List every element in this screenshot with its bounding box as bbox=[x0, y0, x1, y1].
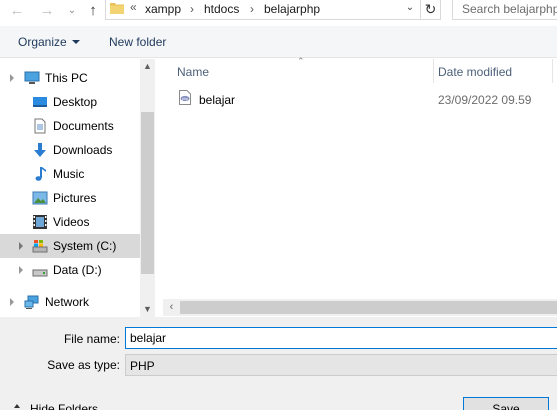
breadcrumb-separator-icon[interactable]: › bbox=[190, 2, 194, 16]
scroll-thumb[interactable] bbox=[180, 301, 557, 314]
breadcrumb-htdocs[interactable]: htdocs bbox=[204, 2, 239, 16]
nav-item-music[interactable]: Music bbox=[0, 162, 140, 186]
nav-item-label: System (C:) bbox=[53, 239, 117, 253]
address-bar[interactable]: « xampp › htdocs › belajarphp ⌄ bbox=[105, 0, 441, 20]
breadcrumb-separator-icon[interactable]: › bbox=[250, 2, 254, 16]
navigation-pane: This PC Desktop Documents Downloads Musi… bbox=[0, 59, 155, 317]
organize-button[interactable]: Organize bbox=[18, 35, 80, 49]
recent-locations-dropdown-icon[interactable]: ⌄ bbox=[63, 1, 81, 19]
column-divider[interactable] bbox=[552, 59, 553, 83]
hide-folders-label: Hide Folders bbox=[30, 402, 99, 410]
expand-arrow-icon[interactable] bbox=[10, 298, 14, 306]
scroll-thumb[interactable] bbox=[141, 112, 154, 274]
save-button[interactable]: Save bbox=[463, 397, 549, 410]
nav-item-pictures[interactable]: Pictures bbox=[0, 186, 140, 210]
command-toolbar: Organize New folder bbox=[0, 26, 557, 58]
back-arrow-icon[interactable]: ← bbox=[8, 1, 26, 19]
nav-item-label: Documents bbox=[53, 119, 114, 133]
column-header-date-modified[interactable]: Date modified bbox=[424, 59, 544, 83]
nav-item-this-pc[interactable]: This PC bbox=[0, 66, 140, 90]
column-header-date-label: Date modified bbox=[438, 65, 513, 79]
nav-item-label: Videos bbox=[53, 215, 90, 229]
address-row: ← → ⌄ ↑ « xampp › htdocs › belajarphp ⌄ … bbox=[0, 0, 557, 20]
nav-item-downloads[interactable]: Downloads bbox=[0, 138, 140, 162]
documents-icon bbox=[34, 118, 46, 134]
nav-item-label: Downloads bbox=[53, 143, 113, 157]
nav-item-label: Desktop bbox=[53, 95, 98, 109]
file-list-pane: Name ⌃ Date modified php belajar 23/09/2… bbox=[163, 56, 557, 317]
nav-item-label: Pictures bbox=[53, 191, 97, 205]
file-name-label: File name: bbox=[63, 332, 120, 346]
new-folder-button[interactable]: New folder bbox=[109, 35, 166, 49]
file-row[interactable]: php belajar 23/09/2022 09.59 bbox=[163, 87, 557, 109]
scroll-down-arrow-icon[interactable]: ▼ bbox=[140, 302, 155, 317]
save-as-type-label: Save as type: bbox=[47, 358, 120, 372]
scroll-up-arrow-icon[interactable]: ▲ bbox=[140, 59, 155, 74]
music-icon bbox=[35, 167, 46, 181]
nav-vertical-scrollbar[interactable]: ▲ ▼ bbox=[140, 59, 155, 317]
pictures-icon bbox=[32, 191, 48, 205]
forward-arrow-icon[interactable]: → bbox=[38, 1, 56, 19]
expand-arrow-icon[interactable] bbox=[19, 242, 23, 250]
horizontal-scrollbar[interactable]: ‹ bbox=[163, 299, 557, 316]
network-icon bbox=[24, 295, 39, 309]
breadcrumb-belajarphp[interactable]: belajarphp bbox=[264, 2, 320, 16]
breadcrumb-overflow[interactable]: « bbox=[130, 0, 137, 14]
downloads-icon bbox=[34, 143, 46, 157]
drive-icon bbox=[32, 269, 48, 277]
desktop-icon bbox=[33, 97, 47, 107]
file-name: belajar bbox=[199, 93, 236, 107]
breadcrumb-xampp[interactable]: xampp bbox=[145, 2, 181, 16]
save-form-area: File name: Save as type: PHP Hide Folder… bbox=[0, 317, 557, 410]
php-file-icon: php bbox=[179, 90, 191, 105]
file-name-input[interactable] bbox=[125, 327, 557, 349]
nav-item-desktop[interactable]: Desktop bbox=[0, 90, 140, 114]
chevron-down-icon bbox=[71, 40, 80, 44]
svg-text:php: php bbox=[182, 97, 188, 101]
nav-item-documents[interactable]: Documents bbox=[0, 114, 140, 138]
file-date-modified: 23/09/2022 09.59 bbox=[438, 93, 532, 107]
expand-arrow-icon[interactable] bbox=[19, 266, 23, 274]
nav-item-label: Network bbox=[45, 295, 90, 309]
folder-icon bbox=[110, 3, 124, 14]
up-arrow-icon[interactable]: ↑ bbox=[84, 1, 102, 19]
refresh-icon[interactable]: ↻ bbox=[420, 0, 440, 20]
save-as-type-select[interactable]: PHP bbox=[125, 354, 557, 376]
column-header-name-label: Name bbox=[177, 65, 210, 79]
nav-item-data-d[interactable]: Data (D:) bbox=[0, 258, 140, 282]
search-input[interactable]: Search belajarphp bbox=[452, 0, 557, 20]
nav-item-network[interactable]: Network bbox=[0, 290, 140, 314]
nav-item-label: Data (D:) bbox=[53, 263, 102, 277]
sort-ascending-icon: ⌃ bbox=[297, 56, 305, 66]
address-dropdown-icon[interactable]: ⌄ bbox=[404, 2, 416, 16]
nav-item-label: Music bbox=[53, 167, 85, 181]
nav-item-system-c[interactable]: System (C:) bbox=[0, 234, 140, 258]
nav-item-videos[interactable]: Videos bbox=[0, 210, 140, 234]
videos-icon bbox=[33, 215, 47, 229]
nav-item-label: This PC bbox=[45, 71, 88, 85]
computer-icon bbox=[24, 71, 40, 84]
scroll-left-arrow-icon[interactable]: ‹ bbox=[163, 299, 180, 316]
expand-arrow-icon[interactable] bbox=[10, 74, 14, 82]
drive-c-icon bbox=[32, 240, 48, 253]
organize-label: Organize bbox=[18, 35, 67, 49]
chevron-up-icon bbox=[14, 404, 20, 408]
